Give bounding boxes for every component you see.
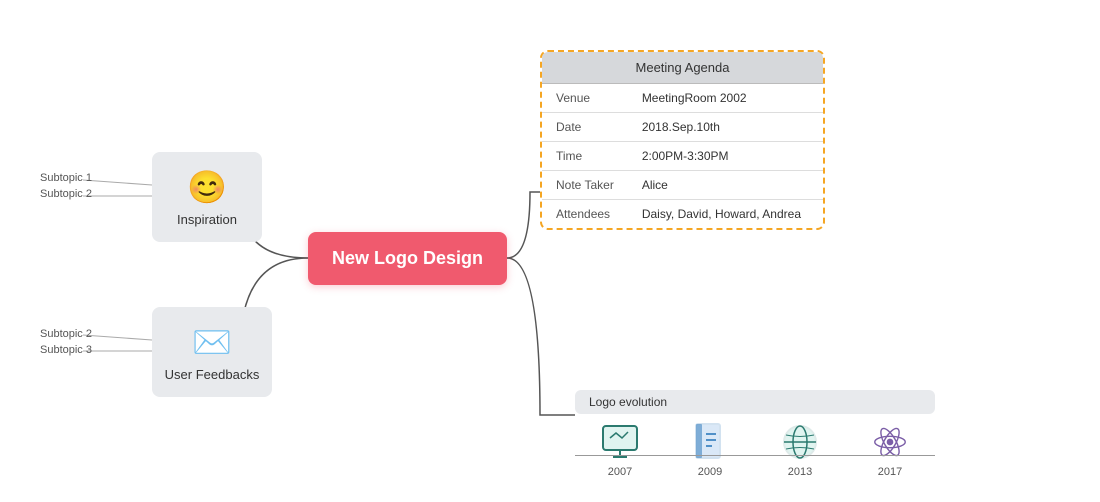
central-label: New Logo Design: [332, 248, 483, 269]
agenda-value: Alice: [628, 171, 823, 200]
globe-icon: [780, 422, 820, 462]
agenda-title: Meeting Agenda: [542, 52, 823, 84]
timeline-item: 2007: [575, 422, 665, 478]
timeline-year: 2009: [698, 466, 722, 478]
agenda-key: Note Taker: [542, 171, 628, 200]
agenda-value: 2:00PM-3:30PM: [628, 142, 823, 171]
agenda-row: Time2:00PM-3:30PM: [542, 142, 823, 171]
agenda-row: Note TakerAlice: [542, 171, 823, 200]
agenda-key: Date: [542, 113, 628, 142]
agenda-table: VenueMeetingRoom 2002Date2018.Sep.10thTi…: [542, 84, 823, 228]
timeline: 2007 2009 2013: [575, 422, 935, 478]
feedbacks-label: User Feedbacks: [165, 367, 260, 382]
timeline-item: 2013: [755, 422, 845, 478]
timeline-item: 2009: [665, 422, 755, 478]
timeline-year: 2007: [608, 466, 632, 478]
central-node[interactable]: New Logo Design: [308, 232, 507, 285]
subtopic-feedbacks-2: Subtopic 3: [40, 344, 92, 356]
timeline-year: 2017: [878, 466, 902, 478]
feedbacks-node: ✉️ User Feedbacks: [152, 307, 272, 397]
inspiration-icon: 😊: [187, 168, 227, 206]
agenda-value: Daisy, David, Howard, Andrea: [628, 200, 823, 229]
timeline-item: 2017: [845, 422, 935, 478]
canvas: Subtopic 1 Subtopic 2 Subtopic 2 Subtopi…: [0, 0, 1100, 502]
inspiration-label: Inspiration: [177, 212, 237, 227]
agenda-row: VenueMeetingRoom 2002: [542, 84, 823, 113]
agenda-key: Time: [542, 142, 628, 171]
agenda-key: Attendees: [542, 200, 628, 229]
feedbacks-icon: ✉️: [192, 323, 232, 361]
agenda-row: Date2018.Sep.10th: [542, 113, 823, 142]
timeline-year: 2013: [788, 466, 812, 478]
agenda-box: Meeting Agenda VenueMeetingRoom 2002Date…: [540, 50, 825, 230]
logo-evolution-label: Logo evolution: [575, 390, 935, 414]
subtopic-feedbacks-1: Subtopic 2: [40, 328, 92, 340]
inspiration-node: 😊 Inspiration: [152, 152, 262, 242]
agenda-value: MeetingRoom 2002: [628, 84, 823, 113]
logo-evolution-section: Logo evolution 2007 2009: [575, 390, 935, 478]
monitor-icon: [600, 422, 640, 462]
atom-icon: [870, 422, 910, 462]
timeline-line: [575, 455, 935, 457]
agenda-value: 2018.Sep.10th: [628, 113, 823, 142]
book-icon: [690, 422, 730, 462]
agenda-row: AttendeesDaisy, David, Howard, Andrea: [542, 200, 823, 229]
agenda-key: Venue: [542, 84, 628, 113]
subtopic-inspiration-2: Subtopic 2: [40, 188, 92, 200]
subtopic-inspiration-1: Subtopic 1: [40, 172, 92, 184]
